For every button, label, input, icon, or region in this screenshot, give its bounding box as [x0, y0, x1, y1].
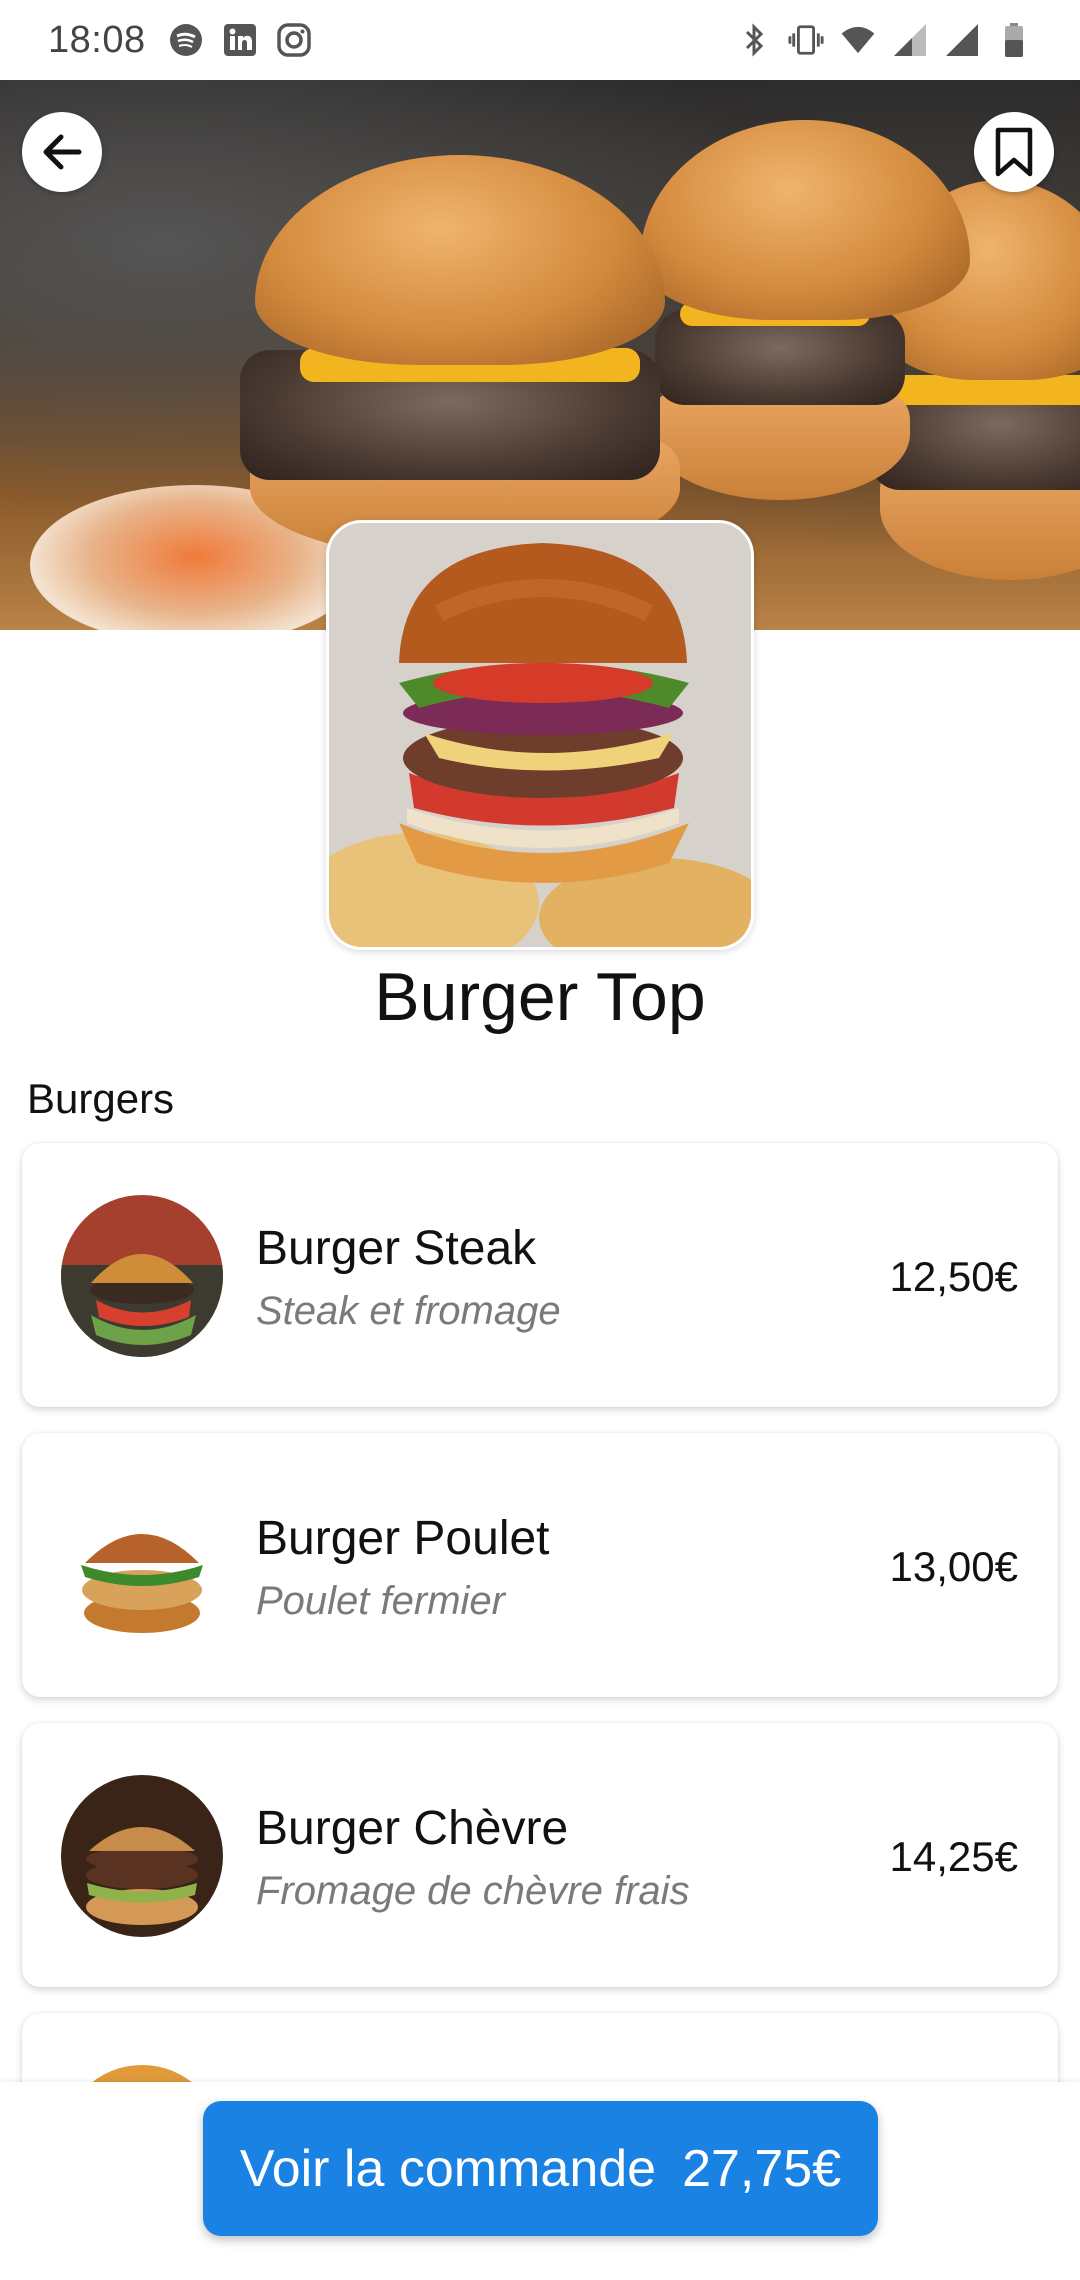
instagram-icon	[276, 22, 312, 58]
product-description: Steak et fromage	[256, 1289, 561, 1333]
product-image	[61, 1485, 223, 1647]
wifi-icon	[840, 22, 876, 58]
product-price: 14,25€	[889, 1833, 1018, 1880]
product-description: Fromage de chèvre frais	[256, 1869, 690, 1913]
product-name: Burger Steak	[256, 1222, 537, 1275]
linkedin-icon	[222, 22, 258, 58]
section-title: Burgers	[27, 1075, 175, 1122]
battery-icon	[996, 22, 1032, 58]
product-card[interactable]: Burger Poulet Poulet fermier 13,00€	[22, 1433, 1058, 1697]
notification-icons	[168, 22, 312, 58]
view-order-button[interactable]: Voir la commande 27,75€	[203, 2101, 878, 2236]
product-image	[61, 1195, 223, 1357]
product-image	[61, 1775, 223, 1937]
arrow-left-icon	[43, 134, 82, 170]
spotify-icon	[168, 22, 204, 58]
bluetooth-icon	[736, 22, 772, 58]
system-icons	[736, 22, 1032, 58]
product-card[interactable]: Burger Steak Steak et fromage 12,50€	[22, 1143, 1058, 1407]
order-total: 27,75€	[682, 2139, 842, 2198]
product-card[interactable]: Burger Chèvre Fromage de chèvre frais 14…	[22, 1723, 1058, 1987]
product-description: Poulet fermier	[256, 1579, 505, 1623]
status-bar: 18:08	[0, 0, 1080, 80]
product-price: 12,50€	[889, 1253, 1018, 1300]
product-name: Burger Poulet	[256, 1512, 550, 1565]
status-time: 18:08	[48, 18, 146, 61]
signal-icon	[892, 22, 928, 58]
restaurant-name: Burger Top	[374, 959, 706, 1035]
back-button[interactable]	[22, 112, 102, 192]
bookmark-button[interactable]	[974, 112, 1054, 192]
view-order-label: Voir la commande	[239, 2139, 657, 2198]
restaurant-image	[326, 520, 754, 950]
product-name: Burger Chèvre	[256, 1802, 569, 1855]
signal-icon	[944, 22, 980, 58]
vibrate-icon	[788, 22, 824, 58]
product-price: 13,00€	[889, 1543, 1018, 1590]
bookmark-icon	[995, 127, 1033, 177]
